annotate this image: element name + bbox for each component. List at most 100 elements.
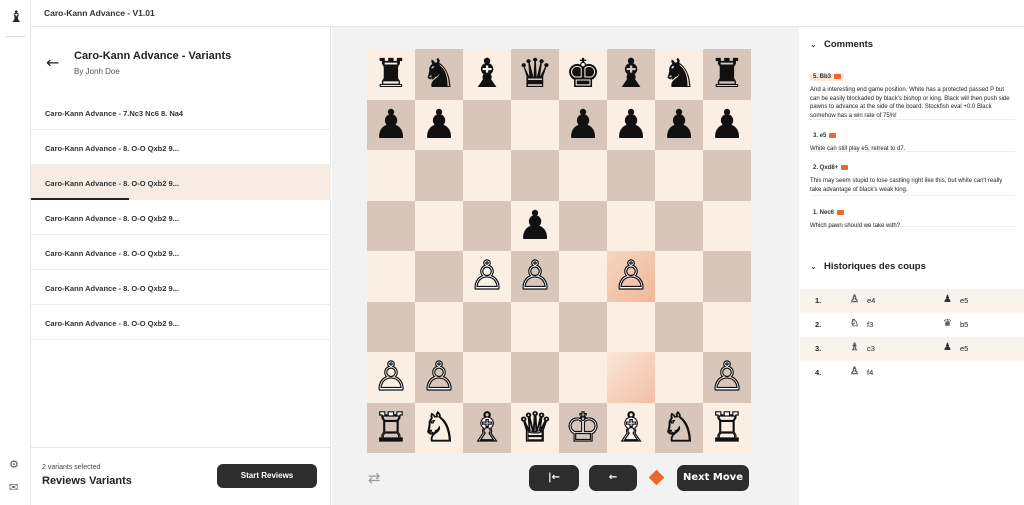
board-square[interactable] (559, 200, 607, 251)
comment-item[interactable]: 3. e5 White can still play e5, retreat to… (810, 124, 1015, 152)
white-move[interactable]: e4 (867, 296, 875, 305)
board-square-with-piece[interactable]: ♗ (607, 402, 655, 453)
board-square-with-piece[interactable]: ♟ (511, 200, 559, 251)
comment-item[interactable]: 5. Bb3 And a interesting end game positio… (810, 65, 1015, 120)
variant-row[interactable]: Caro-Kann Advance - 7.Nc3 Nc6 8. Na4 (31, 95, 331, 130)
board-square[interactable] (607, 352, 655, 403)
white-move[interactable]: c3 (867, 344, 875, 353)
board-square-with-piece[interactable]: ♕ (511, 402, 559, 453)
board-square[interactable] (511, 352, 559, 403)
board-square[interactable] (559, 251, 607, 302)
board-square[interactable] (511, 150, 559, 201)
board-square[interactable] (703, 301, 751, 352)
board-square-with-piece[interactable]: ♙ (463, 251, 511, 302)
board-square[interactable] (607, 150, 655, 201)
variant-row[interactable]: Caro-Kann Advance - 8. O-O Qxb2 9... (31, 270, 331, 305)
mail-icon[interactable]: ✉ (9, 481, 18, 494)
board-square-with-piece[interactable]: ♞ (655, 49, 703, 100)
comments-header[interactable]: ⌄ Comments (810, 39, 873, 50)
board-square[interactable] (463, 200, 511, 251)
board-square[interactable] (559, 301, 607, 352)
board-square-with-piece[interactable]: ♙ (703, 352, 751, 403)
board-square-with-piece[interactable]: ♖ (367, 402, 415, 453)
comment-item[interactable]: 2. Qxd8+ This may seem stupid to lose cas… (810, 156, 1015, 196)
board-square[interactable] (703, 200, 751, 251)
board-square-with-piece[interactable]: ♟ (367, 99, 415, 150)
board-square[interactable] (655, 301, 703, 352)
history-row[interactable]: 3. ♗ c3 ♟ e5 (800, 337, 1024, 361)
board-square[interactable] (415, 200, 463, 251)
board-square-with-piece[interactable]: ♖ (703, 402, 751, 453)
board-square[interactable] (559, 150, 607, 201)
board-square[interactable] (367, 251, 415, 302)
variant-row[interactable]: Caro-Kann Advance - 8. O-O Qxb2 9... (31, 235, 331, 270)
next-move-button[interactable]: Next Move (677, 465, 749, 491)
move-tag[interactable]: 2. Qxd8+ (810, 164, 851, 172)
board-square[interactable] (607, 301, 655, 352)
bishop-logo-icon[interactable]: ♝ (9, 7, 23, 26)
board-square[interactable] (703, 251, 751, 302)
board-square-with-piece[interactable]: ♛ (511, 49, 559, 100)
variant-row[interactable]: Caro-Kann Advance - 8. O-O Qxb2 9... (31, 130, 331, 165)
history-row[interactable]: 2. ♘ f3 ♛ b5 (800, 313, 1024, 337)
black-move[interactable]: e5 (960, 296, 968, 305)
board-square[interactable] (463, 301, 511, 352)
board-square-with-piece[interactable]: ♟ (607, 99, 655, 150)
board-square[interactable] (511, 99, 559, 150)
history-row[interactable]: 1. ♙ e4 ♟ e5 (800, 289, 1024, 313)
board-square-with-piece[interactable]: ♘ (415, 402, 463, 453)
board-square[interactable] (415, 251, 463, 302)
move-tag[interactable]: 1. Nec6 (810, 209, 847, 217)
flip-board-icon[interactable]: ⇄ (368, 469, 381, 487)
board-square-with-piece[interactable]: ♟ (559, 99, 607, 150)
board-square[interactable] (367, 150, 415, 201)
comment-item[interactable]: 1. Nec6 Which pawn should we take with? (810, 201, 1015, 229)
board-square[interactable] (607, 200, 655, 251)
board-square-with-piece[interactable]: ♜ (367, 49, 415, 100)
history-row[interactable]: 4. ♙ f4 (800, 361, 1024, 385)
board-square[interactable] (367, 200, 415, 251)
board-square-with-piece[interactable]: ♝ (463, 49, 511, 100)
board-square[interactable] (415, 150, 463, 201)
board-square-with-piece[interactable]: ♟ (655, 99, 703, 150)
board-square-with-piece[interactable]: ♝ (607, 49, 655, 100)
white-move[interactable]: f4 (867, 368, 873, 377)
variant-row[interactable]: Caro-Kann Advance - 8. O-O Qxb2 9... (31, 305, 331, 340)
white-move[interactable]: f3 (867, 320, 873, 329)
black-move[interactable]: b5 (960, 320, 968, 329)
gear-icon[interactable]: ⚙ (9, 458, 19, 471)
board-square[interactable] (655, 352, 703, 403)
board-square-with-piece[interactable]: ♙ (607, 251, 655, 302)
back-arrow-icon[interactable]: ← (46, 53, 59, 72)
black-move[interactable]: e5 (960, 344, 968, 353)
board-square[interactable] (367, 301, 415, 352)
board-square[interactable] (655, 251, 703, 302)
previous-move-button[interactable]: ← (589, 465, 637, 491)
board-square[interactable] (463, 352, 511, 403)
board-square-with-piece[interactable]: ♙ (511, 251, 559, 302)
board-square[interactable] (655, 150, 703, 201)
board-square[interactable] (463, 150, 511, 201)
board-square-with-piece[interactable]: ♜ (703, 49, 751, 100)
board-square-with-piece[interactable]: ♞ (415, 49, 463, 100)
move-tag[interactable]: 5. Bb3 (810, 72, 845, 81)
board-square-with-piece[interactable]: ♘ (655, 402, 703, 453)
board-square[interactable] (463, 99, 511, 150)
start-reviews-button[interactable]: Start Reviews (217, 464, 317, 488)
board-square-with-piece[interactable]: ♙ (367, 352, 415, 403)
board-square-with-piece[interactable]: ♙ (415, 352, 463, 403)
board-square-with-piece[interactable]: ♗ (463, 402, 511, 453)
first-move-button[interactable]: |← (529, 465, 579, 491)
board-square[interactable] (655, 200, 703, 251)
board-square[interactable] (415, 301, 463, 352)
board-square[interactable] (703, 150, 751, 201)
board-square-with-piece[interactable]: ♟ (703, 99, 751, 150)
board-square-with-piece[interactable]: ♚ (559, 49, 607, 100)
move-tag[interactable]: 3. e5 (810, 132, 839, 140)
variant-row[interactable]: Caro-Kann Advance - 8. O-O Qxb2 9... (31, 165, 331, 200)
board-square-with-piece[interactable]: ♟ (415, 99, 463, 150)
history-header[interactable]: ⌄ Historiques des coups (810, 261, 926, 272)
variant-row[interactable]: Caro-Kann Advance - 8. O-O Qxb2 9... (31, 200, 331, 235)
board-square-with-piece[interactable]: ♔ (559, 402, 607, 453)
board-square[interactable] (511, 301, 559, 352)
